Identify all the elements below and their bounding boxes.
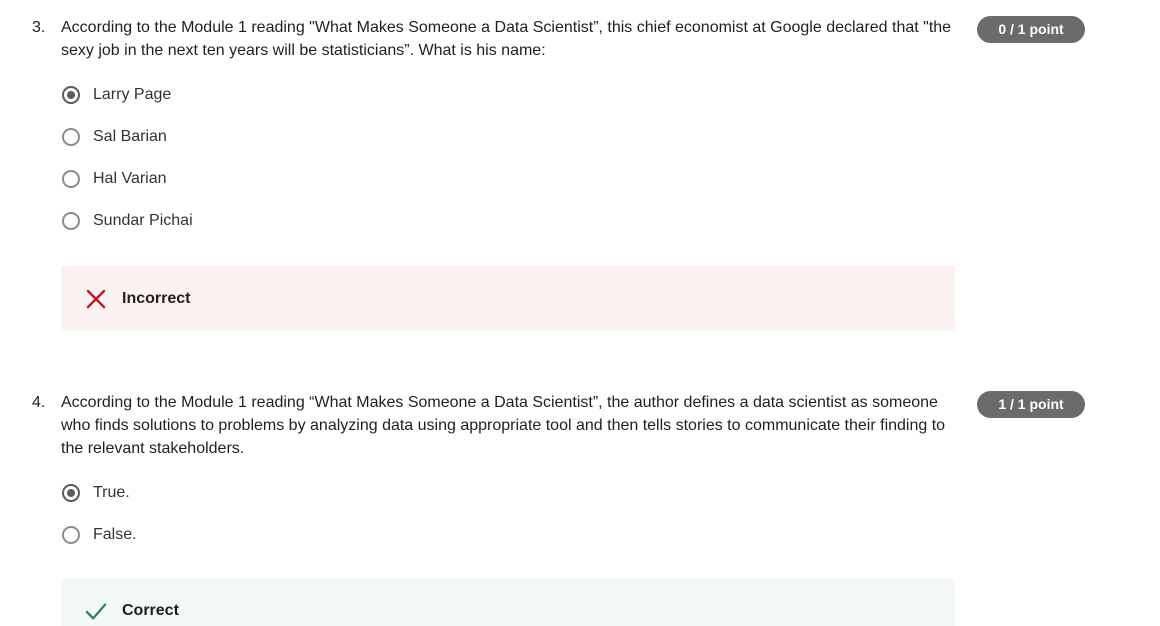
points-badge: 1 / 1 point [977,391,1085,418]
question-number: 3. [32,19,46,36]
radio-button[interactable] [60,524,82,546]
radio-checked-icon [62,484,80,502]
option-label: True. [93,484,130,501]
radio-unchecked-icon [62,526,80,544]
question-text: According to the Module 1 reading “What … [61,394,946,457]
check-icon [85,599,107,623]
radio-button[interactable] [60,482,82,504]
option-label: Sundar Pichai [93,212,193,229]
x-icon [85,288,107,310]
feedback-correct: Correct [61,579,955,626]
option-sal-barian[interactable]: Sal Barian [60,125,167,149]
points-badge: 0 / 1 point [977,16,1085,43]
radio-button[interactable] [60,84,82,106]
radio-button[interactable] [60,210,82,232]
feedback-label: Incorrect [122,289,191,307]
option-sundar-pichai[interactable]: Sundar Pichai [60,209,193,233]
radio-unchecked-icon [62,212,80,230]
radio-checked-icon [62,86,80,104]
question-number: 4. [32,394,46,411]
radio-button[interactable] [60,168,82,190]
feedback-incorrect: Incorrect [61,266,955,331]
feedback-label: Correct [122,602,179,619]
option-label: Sal Barian [93,128,167,145]
option-larry-page[interactable]: Larry Page [60,83,171,107]
option-false[interactable]: False. [60,523,137,547]
option-label: Hal Varian [93,170,167,187]
option-true[interactable]: True. [60,481,130,505]
option-label: False. [93,526,137,543]
option-hal-varian[interactable]: Hal Varian [60,167,167,191]
radio-unchecked-icon [62,170,80,188]
radio-button[interactable] [60,126,82,148]
option-label: Larry Page [93,86,172,103]
radio-unchecked-icon [62,128,80,146]
question-text: According to the Module 1 reading "What … [61,19,952,59]
